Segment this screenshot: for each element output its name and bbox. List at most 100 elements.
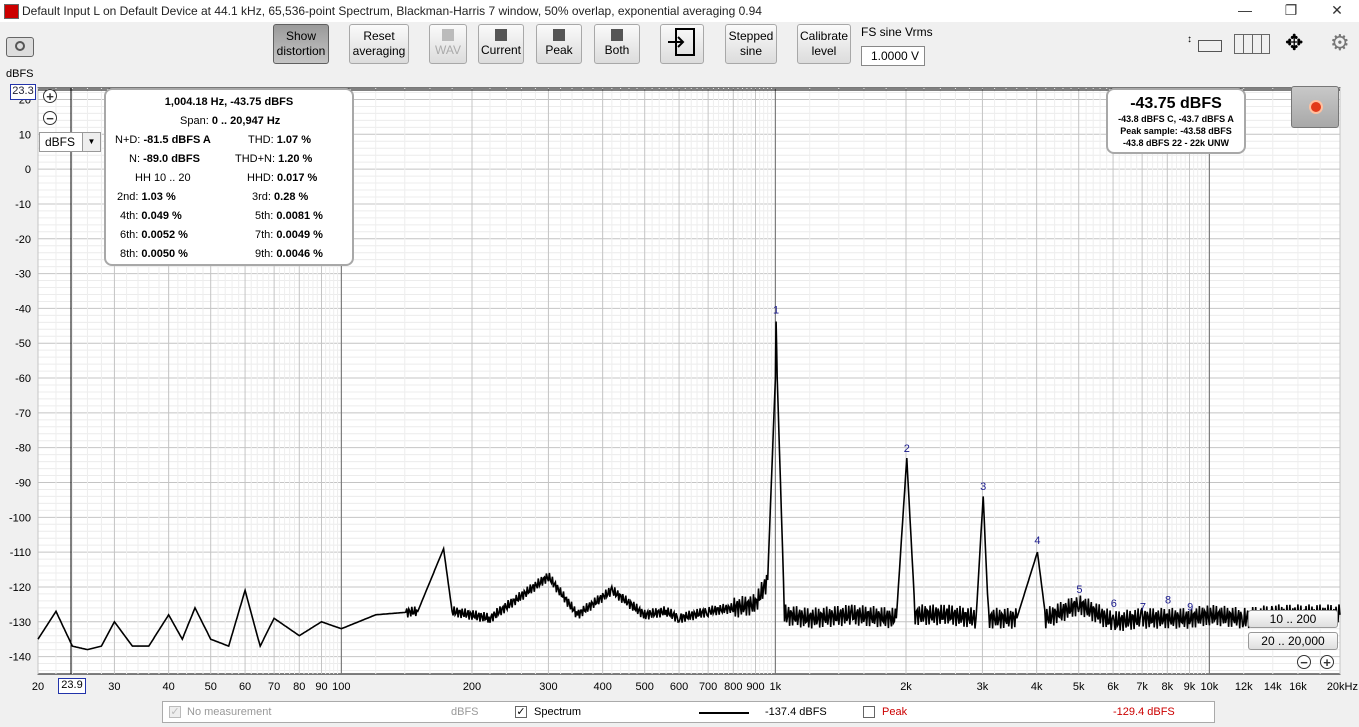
thdn-value: 1.20 %	[278, 153, 313, 165]
y-tick-label: -60	[15, 373, 31, 385]
stepped-sine-button[interactable]: Stepped sine	[725, 24, 777, 64]
x-zoom-out-icon[interactable]: −	[1297, 655, 1311, 669]
x-tick-label: 1k	[770, 681, 782, 693]
record-button[interactable]	[1291, 86, 1339, 128]
spectrum-checkbox[interactable]: ✓	[515, 706, 527, 718]
y-tick-label: -130	[9, 617, 31, 629]
y-tick-label: -40	[15, 303, 31, 315]
x-tick-label: 40	[163, 681, 175, 693]
h9-value: 0.0046 %	[276, 248, 323, 260]
x-tick-label: 6k	[1107, 681, 1119, 693]
y-tick-label: -100	[9, 512, 31, 524]
layout-icon[interactable]	[1234, 34, 1270, 54]
move-icon[interactable]: ✥	[1285, 32, 1303, 54]
x-tick-label: 4k	[1031, 681, 1043, 693]
x-tick-label: 200	[463, 681, 481, 693]
x-tick-label: 10k	[1200, 681, 1218, 693]
no-measurement-label: No measurement	[187, 706, 272, 718]
save-current-button[interactable]: Current	[478, 24, 524, 64]
import-button[interactable]	[660, 24, 704, 64]
x-tick-label: 20	[32, 681, 44, 693]
level-main: -43.75 dBFS	[1130, 95, 1222, 112]
show-distortion-button[interactable]: Show distortion	[273, 24, 329, 64]
nd-label: N+D:	[115, 134, 141, 146]
save-icon	[553, 29, 565, 41]
unit-select[interactable]: dBFS ▼	[39, 132, 101, 152]
distortion-stats-panel: 1,004.18 Hz, -43.75 dBFS Span: 0 .. 20,9…	[104, 88, 354, 266]
x-tick-label: 900	[746, 681, 764, 693]
h8-value: 0.0050 %	[141, 248, 188, 260]
hhd-label: HHD:	[247, 172, 274, 184]
maximize-button[interactable]: ❐	[1268, 0, 1314, 22]
wav-label: WAV	[435, 43, 461, 57]
camera-icon[interactable]	[6, 37, 34, 57]
x-tick-label: 70	[268, 681, 280, 693]
zoom-in-icon[interactable]: +	[43, 89, 57, 103]
x-tick-label: 30	[108, 681, 120, 693]
freq-level-readout: 1,004.18 Hz, -43.75 dBFS	[164, 96, 294, 108]
wav-button[interactable]: WAV	[429, 24, 467, 64]
peak-label: Peak	[545, 43, 573, 57]
harmonic-marker: 7	[1140, 601, 1146, 613]
h5-value: 0.0081 %	[276, 210, 323, 222]
close-button[interactable]: ✕	[1314, 0, 1359, 22]
axis-zoom-icon[interactable]: ↕	[1186, 34, 1222, 54]
no-measurement-unit: dBFS	[451, 706, 479, 718]
thd-value: 1.07 %	[276, 134, 311, 146]
h8-label: 8th:	[120, 248, 139, 260]
level-weighted: -43.8 dBFS C, -43.7 dBFS A	[1118, 114, 1234, 124]
y-tick-label: -30	[15, 269, 31, 281]
zoom-out-icon[interactable]: −	[43, 111, 57, 125]
chevron-down-icon: ▼	[82, 133, 100, 151]
reset-averaging-button[interactable]: Reset averaging	[349, 24, 409, 64]
fs-sine-label: FS sine Vrms	[861, 25, 933, 39]
both-label: Both	[604, 43, 630, 57]
reset-averaging-label-1: Reset	[363, 29, 395, 43]
y-tick-label: -110	[10, 547, 31, 559]
thd-label: THD:	[248, 134, 274, 146]
range-10-200-button[interactable]: 10 .. 200	[1248, 610, 1338, 628]
minimize-button[interactable]: —	[1222, 0, 1268, 22]
save-icon	[611, 29, 623, 41]
save-icon	[442, 29, 454, 41]
show-distortion-label-1: Show	[285, 29, 317, 43]
range-20-20000-button[interactable]: 20 .. 20,000	[1248, 632, 1338, 650]
fs-sine-input[interactable]: 1.0000 V	[861, 46, 925, 66]
y-tick-label: -10	[15, 199, 31, 211]
x-tick-label: 3k	[977, 681, 989, 693]
harmonic-marker: 5	[1076, 584, 1082, 596]
x-zoom-in-icon[interactable]: +	[1320, 655, 1334, 669]
x-tick-label: 60	[239, 681, 251, 693]
app-icon	[4, 4, 19, 19]
h3-value: 0.28 %	[274, 191, 309, 203]
calibrate-level-label-2: level	[811, 44, 837, 58]
no-measurement-checkbox[interactable]: ✓	[169, 706, 181, 718]
save-both-button[interactable]: Both	[594, 24, 640, 64]
h3-label: 3rd:	[252, 191, 271, 203]
harmonic-marker: 4	[1034, 535, 1040, 547]
y-tick-label: -80	[15, 443, 31, 455]
spectrum-value: -137.4 dBFS	[765, 706, 827, 718]
record-icon	[1309, 100, 1323, 114]
calibrate-level-button[interactable]: Calibrate level	[797, 24, 851, 64]
x-min-box[interactable]: 23.9	[58, 678, 86, 694]
level-unweighted: -43.8 dBFS 22 - 22k UNW	[1122, 138, 1230, 148]
h7-value: 0.0049 %	[276, 229, 323, 241]
spectrum-label: Spectrum	[534, 706, 582, 718]
legend-bar: ✓ No measurement dBFS ✓ Spectrum -137.4 …	[162, 701, 1215, 723]
harmonic-marker: 6	[1111, 598, 1117, 610]
n-label: N:	[129, 153, 140, 165]
h4-value: 0.049 %	[141, 210, 182, 222]
hh-label: HH 10 .. 20	[135, 172, 191, 184]
y-max-box[interactable]: 23.3	[10, 84, 36, 100]
title-bar: Default Input L on Default Device at 44.…	[0, 0, 1359, 22]
x-tick-label: 50	[205, 681, 217, 693]
nd-value: -81.5 dBFS A	[143, 134, 211, 146]
save-peak-button[interactable]: Peak	[536, 24, 582, 64]
gear-icon[interactable]: ⚙	[1330, 32, 1350, 54]
y-tick-label: -70	[15, 408, 31, 420]
x-tick-label: 8k	[1161, 681, 1173, 693]
peak-checkbox[interactable]	[863, 706, 875, 718]
h5-label: 5th:	[255, 210, 274, 222]
y-tick-label: -20	[15, 234, 31, 246]
